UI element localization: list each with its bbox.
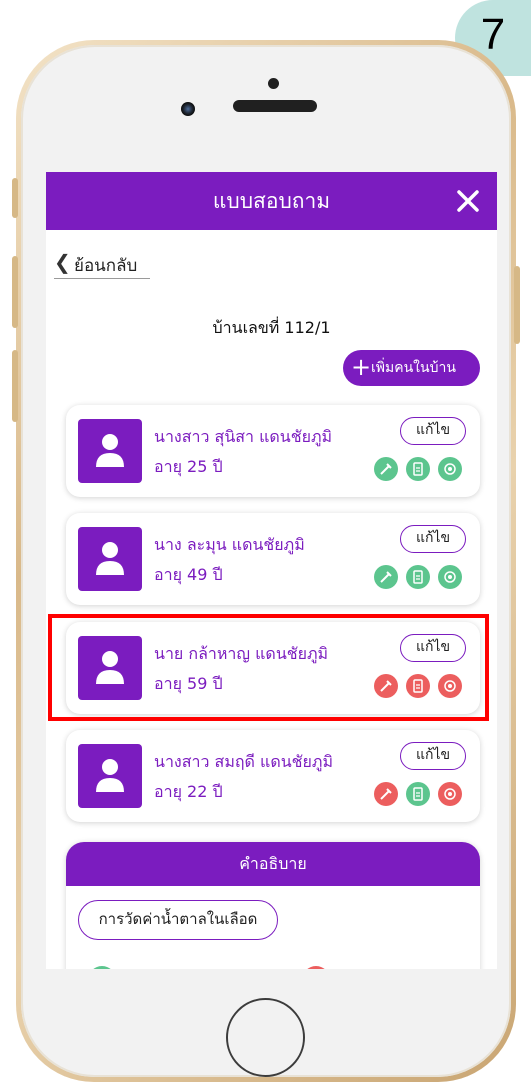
add-person-button[interactable]: + เพิ่มคนในบ้าน xyxy=(343,350,480,386)
side-button xyxy=(12,256,18,328)
person-icon xyxy=(78,744,142,808)
person-card[interactable]: นางสาว สุนิสา แดนชัยภูมิ อายุ 25 ปี แก้ไ… xyxy=(66,405,480,497)
side-button xyxy=(514,266,520,344)
document-icon xyxy=(406,565,430,589)
back-label: ย้อนกลับ xyxy=(74,256,138,276)
stethoscope-icon xyxy=(438,782,462,806)
app-screen: แบบสอบถาม ❮ ย้อนกลับ บ้านเลขที่ 112/1 + … xyxy=(46,172,497,969)
person-age: อายุ 49 ปี xyxy=(154,565,223,584)
front-camera xyxy=(181,102,195,116)
side-button xyxy=(12,178,18,218)
home-button[interactable] xyxy=(226,998,305,1077)
edit-button[interactable]: แก้ไข xyxy=(400,525,466,553)
person-icon xyxy=(78,419,142,483)
syringe-icon xyxy=(374,782,398,806)
back-button[interactable]: ❮ ย้อนกลับ xyxy=(54,248,150,279)
person-card[interactable]: นางสาว สมฤดี แดนชัยภูมิ อายุ 22 ปี แก้ไข xyxy=(66,730,480,822)
document-icon xyxy=(406,782,430,806)
legend-panel: คำอธิบาย การวัดค่าน้ำตาลในเลือด xyxy=(66,842,480,969)
person-age: อายุ 22 ปี xyxy=(154,782,223,801)
person-name: นาง ละมุน แดนชัยภูมิ xyxy=(154,535,305,554)
add-person-label: เพิ่มคนในบ้าน xyxy=(371,360,456,376)
edit-button[interactable]: แก้ไข xyxy=(400,417,466,445)
syringe-icon xyxy=(374,565,398,589)
stethoscope-icon xyxy=(438,457,462,481)
legend-green-dot xyxy=(88,966,116,969)
document-icon xyxy=(406,457,430,481)
earpiece-speaker xyxy=(233,100,317,112)
person-card[interactable]: นาง ละมุน แดนชัยภูมิ อายุ 49 ปี แก้ไข xyxy=(66,513,480,605)
person-name: นางสาว สุนิสา แดนชัยภูมิ xyxy=(154,427,333,446)
legend-red-dot xyxy=(302,966,330,969)
side-button xyxy=(12,350,18,422)
person-age: อายุ 25 ปี xyxy=(154,457,223,476)
syringe-icon xyxy=(374,457,398,481)
plus-icon: + xyxy=(351,353,372,381)
person-name: นางสาว สมฤดี แดนชัยภูมิ xyxy=(154,752,333,771)
close-icon[interactable] xyxy=(453,186,483,216)
page-title: แบบสอบถาม xyxy=(212,189,331,213)
person-icon xyxy=(78,527,142,591)
house-number: บ้านเลขที่ 112/1 xyxy=(212,318,331,337)
legend-header: คำอธิบาย xyxy=(66,842,480,886)
highlight-box xyxy=(48,614,489,721)
blood-sugar-pill: การวัดค่าน้ำตาลในเลือด xyxy=(78,900,278,940)
title-bar: แบบสอบถาม xyxy=(46,172,497,230)
legend-title: คำอธิบาย xyxy=(239,854,307,873)
stethoscope-icon xyxy=(438,565,462,589)
edit-button[interactable]: แก้ไข xyxy=(400,742,466,770)
sensor-dot xyxy=(268,78,279,89)
chevron-left-icon: ❮ xyxy=(54,250,71,274)
